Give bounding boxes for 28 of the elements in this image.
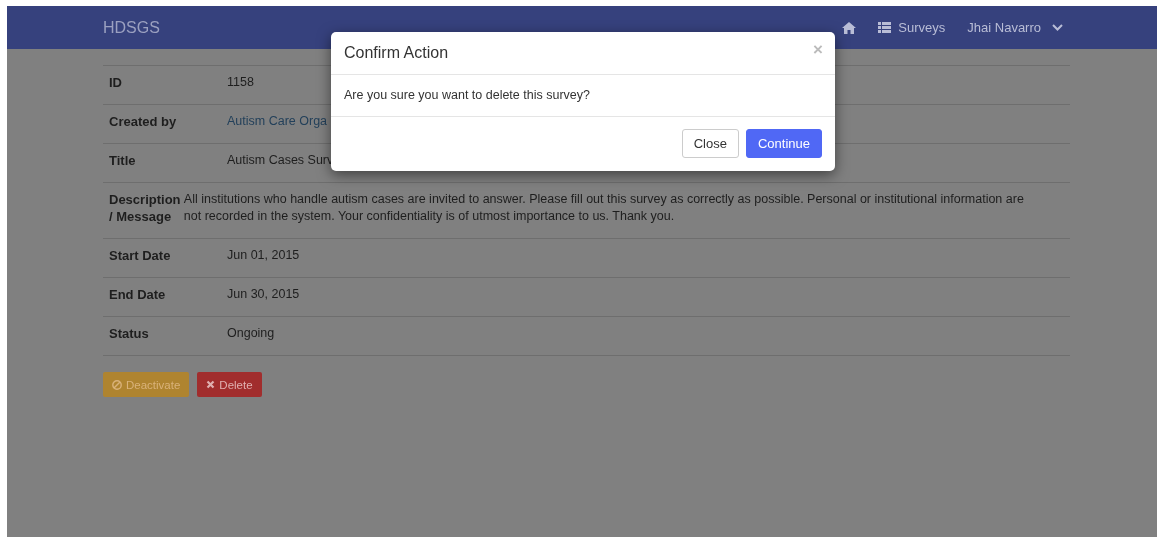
close-button[interactable]: Close bbox=[681, 129, 739, 158]
field-label: ID bbox=[108, 74, 123, 92]
continue-button[interactable]: Continue bbox=[745, 129, 822, 158]
chevron-down-icon bbox=[1052, 24, 1063, 31]
field-value: 1158 bbox=[227, 74, 254, 91]
field-value: Jun 30, 2015 bbox=[227, 286, 300, 303]
list-icon bbox=[878, 22, 892, 33]
field-value: All institutions who handle autism cases are invited to answer. Please fill out this survey as correctly as possible. Personal or institutional information are not recorded in the system. Your confidentiality is of utmost importance to us. Thank you. bbox=[183, 191, 1025, 225]
modal-title: Confirm Action bbox=[344, 44, 449, 62]
nav-label: Surveys bbox=[898, 20, 946, 35]
field-value: Jun 01, 2015 bbox=[227, 247, 300, 264]
field-value: Ongoing bbox=[227, 325, 275, 342]
close-icon bbox=[206, 380, 216, 389]
surveys-link[interactable]: Surveys bbox=[878, 20, 946, 35]
brand-logo[interactable]: HDSGS bbox=[103, 18, 160, 37]
modal-message: Are you sure you want to delete this survey? bbox=[344, 88, 590, 102]
delete-button[interactable]: Delete bbox=[197, 372, 262, 397]
user-menu[interactable]: Jhai Navarro bbox=[967, 20, 1063, 35]
field-label: End Date bbox=[108, 286, 167, 304]
home-link[interactable] bbox=[842, 21, 857, 34]
field-label: Created by bbox=[108, 113, 178, 131]
field-label: Title bbox=[108, 152, 137, 170]
home-icon bbox=[842, 21, 857, 34]
creator-link[interactable]: Autism Care Orga bbox=[227, 113, 328, 130]
field-label: Start Date bbox=[108, 247, 172, 265]
field-label: Description / Message bbox=[108, 191, 182, 226]
ban-icon bbox=[112, 379, 122, 390]
field-label: Status bbox=[108, 325, 150, 343]
